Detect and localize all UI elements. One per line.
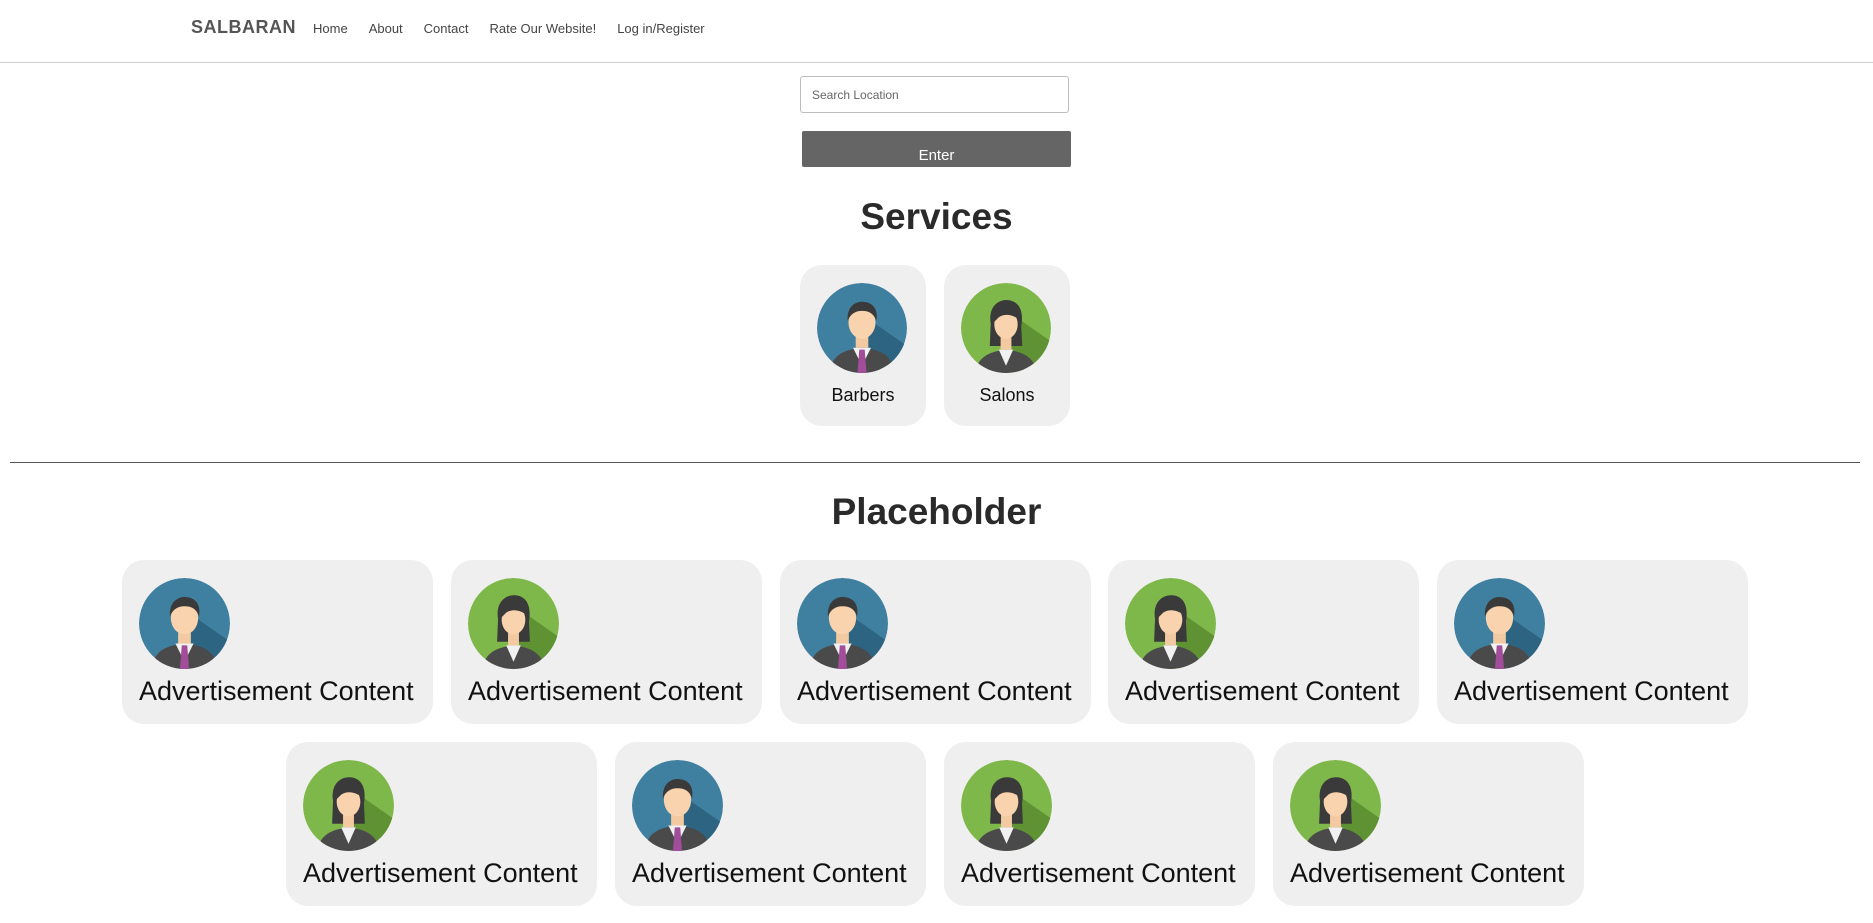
ad-label: Advertisement Content xyxy=(797,676,1072,706)
ad-card[interactable]: Advertisement Content xyxy=(1108,560,1419,724)
man-avatar-icon xyxy=(817,283,907,373)
service-card-salons[interactable]: Salons xyxy=(944,265,1070,426)
top-navbar: SALBARAN Home About Contact Rate Our Web… xyxy=(0,0,1873,63)
woman-avatar-icon xyxy=(303,760,394,851)
ad-card[interactable]: Advertisement Content xyxy=(780,560,1091,724)
ad-label: Advertisement Content xyxy=(468,676,743,706)
ad-label: Advertisement Content xyxy=(1290,858,1565,888)
ad-card[interactable]: Advertisement Content xyxy=(286,742,597,906)
ad-card[interactable]: Advertisement Content xyxy=(451,560,762,724)
ad-card[interactable]: Advertisement Content xyxy=(615,742,926,906)
service-card-barbers[interactable]: Barbers xyxy=(800,265,926,426)
man-avatar-icon xyxy=(632,760,723,851)
ad-card[interactable]: Advertisement Content xyxy=(1437,560,1748,724)
ad-card[interactable]: Advertisement Content xyxy=(122,560,433,724)
woman-avatar-icon xyxy=(1290,760,1381,851)
nav-link-contact[interactable]: Contact xyxy=(424,21,469,37)
nav-link-about[interactable]: About xyxy=(369,21,403,37)
nav-link-login-register[interactable]: Log in/Register xyxy=(617,21,704,37)
ad-label: Advertisement Content xyxy=(1125,676,1400,706)
nav-link-rate-website[interactable]: Rate Our Website! xyxy=(489,21,596,37)
brand-logo[interactable]: SALBARAN xyxy=(191,17,296,38)
man-avatar-icon xyxy=(1454,578,1545,669)
woman-avatar-icon xyxy=(961,760,1052,851)
ad-card[interactable]: Advertisement Content xyxy=(944,742,1255,906)
ad-label: Advertisement Content xyxy=(303,858,578,888)
services-heading: Services xyxy=(860,196,1013,237)
nav-link-home[interactable]: Home xyxy=(313,21,348,37)
enter-button[interactable]: Enter xyxy=(802,131,1071,167)
section-divider xyxy=(10,462,1860,463)
woman-avatar-icon xyxy=(1125,578,1216,669)
ad-label: Advertisement Content xyxy=(961,858,1236,888)
woman-avatar-icon xyxy=(468,578,559,669)
service-label: Salons xyxy=(979,385,1035,405)
placeholder-heading: Placeholder xyxy=(831,491,1042,532)
man-avatar-icon xyxy=(139,578,230,669)
man-avatar-icon xyxy=(797,578,888,669)
ad-card[interactable]: Advertisement Content xyxy=(1273,742,1584,906)
ad-label: Advertisement Content xyxy=(139,676,414,706)
main-nav: Home About Contact Rate Our Website! Log… xyxy=(313,21,726,37)
woman-avatar-icon xyxy=(961,283,1051,373)
service-label: Barbers xyxy=(831,385,895,405)
ad-label: Advertisement Content xyxy=(1454,676,1729,706)
ad-label: Advertisement Content xyxy=(632,858,907,888)
search-location-input[interactable] xyxy=(800,76,1069,113)
